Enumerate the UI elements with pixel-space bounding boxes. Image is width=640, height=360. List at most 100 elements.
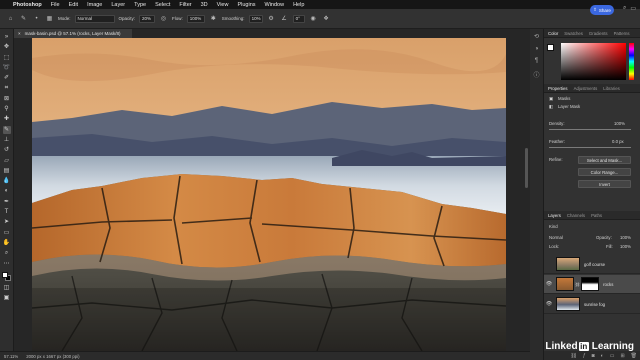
menu-image[interactable]: Image (87, 2, 102, 8)
shape-tool-icon[interactable]: ▭ (3, 229, 11, 237)
trash-icon[interactable]: 🗑 (631, 353, 637, 359)
menu-plugins[interactable]: Plugins (237, 2, 255, 8)
clone-stamp-tool-icon[interactable]: ⊥ (3, 136, 11, 144)
more-tools-icon[interactable]: ⋯ (3, 260, 11, 268)
blend-mode-select[interactable]: Normal (549, 235, 563, 240)
adjust-panel-icon[interactable]: ◑ (535, 46, 539, 52)
angle-field[interactable]: 0° (292, 14, 305, 23)
menu-window[interactable]: Window (265, 2, 285, 8)
foreground-color-swatch[interactable] (1, 271, 8, 278)
document-tab[interactable]: × mask-basin.psd @ 57.1% (rocks, Layer M… (14, 29, 132, 38)
eye-icon[interactable]: 👁 (544, 281, 554, 287)
tab-layers[interactable]: Layers (548, 213, 561, 218)
quick-select-tool-icon[interactable]: ✐ (3, 74, 11, 82)
tab-properties[interactable]: Properties (548, 86, 568, 91)
tab-color[interactable]: Color (548, 31, 558, 36)
feather-slider[interactable] (549, 147, 631, 148)
airbrush-icon[interactable]: ✱ (209, 14, 218, 23)
smoothing-settings-icon[interactable]: ⚙ (267, 14, 276, 23)
menu-view[interactable]: View (217, 2, 229, 8)
healing-tool-icon[interactable]: ✚ (3, 115, 11, 123)
layer-opacity-value[interactable]: 100% (620, 235, 631, 240)
brush-tool-icon[interactable]: ✎ (19, 14, 28, 23)
menu-3d[interactable]: 3D (201, 2, 208, 8)
menu-type[interactable]: Type (134, 2, 146, 8)
color-swatches[interactable] (1, 271, 12, 282)
flow-field[interactable]: 100% (186, 14, 205, 23)
color-panel-foreground-swatch[interactable] (547, 44, 554, 51)
info-panel-icon[interactable]: ⓘ (533, 70, 539, 79)
layer-mask-thumbnail[interactable] (581, 277, 600, 291)
add-mask-icon[interactable]: ◙ (592, 353, 595, 359)
paragraph-panel-icon[interactable]: ¶ (535, 58, 538, 64)
tab-paths[interactable]: Paths (591, 213, 602, 218)
marquee-tool-icon[interactable]: ⬚ (3, 54, 11, 62)
opacity-field[interactable]: 20% (139, 14, 156, 23)
close-icon[interactable]: × (18, 31, 21, 36)
history-panel-icon[interactable]: ⟲ (534, 33, 539, 40)
screen-mode-icon[interactable]: ▣ (3, 294, 11, 302)
path-select-tool-icon[interactable]: ➤ (3, 218, 11, 226)
collapse-tools-icon[interactable]: » (3, 33, 11, 41)
blur-tool-icon[interactable]: 💧 (3, 177, 11, 185)
density-value[interactable]: 100% (614, 121, 625, 126)
frame-tool-icon[interactable]: ⊠ (3, 95, 11, 103)
menu-help[interactable]: Help (293, 2, 304, 8)
symmetry-icon[interactable]: ❖ (322, 14, 331, 23)
pressure-size-icon[interactable]: ◉ (309, 14, 318, 23)
brush-tool-active-icon[interactable]: ✎ (2, 125, 11, 134)
pressure-opacity-icon[interactable]: ◎ (159, 14, 168, 23)
tab-gradients[interactable]: Gradients (589, 31, 608, 36)
vertical-scrollbar[interactable] (525, 148, 528, 188)
eyedropper-tool-icon[interactable]: ⚲ (3, 105, 11, 113)
smoothing-field[interactable]: 10% (248, 14, 263, 23)
home-icon[interactable]: ⌂ (6, 14, 15, 23)
menu-edit[interactable]: Edit (69, 2, 78, 8)
link-layers-icon[interactable]: ⛓ (571, 353, 577, 359)
fill-value[interactable]: 100% (620, 244, 631, 249)
layer-filter-kind[interactable]: Kind (549, 224, 558, 229)
invert-button[interactable]: Invert (578, 180, 631, 188)
layer-row-sunrise-fog[interactable]: 👁 sunrise fog (544, 295, 640, 314)
mode-select[interactable]: Normal (74, 14, 115, 23)
tab-libraries[interactable]: Libraries (603, 86, 619, 91)
color-picker-field[interactable] (561, 43, 626, 80)
share-button[interactable]: ⇪ Share (590, 5, 614, 15)
hue-slider[interactable] (629, 43, 634, 80)
search-icon[interactable]: ⌕ (623, 5, 626, 12)
zoom-level[interactable]: 57.11% (4, 354, 18, 359)
quick-mask-icon[interactable]: ◫ (3, 284, 11, 292)
image-canvas[interactable] (32, 38, 506, 351)
brush-settings-icon[interactable]: ▦ (45, 14, 54, 23)
fx-icon[interactable]: ƒ (583, 353, 586, 359)
select-and-mask-button[interactable]: Select and Mask... (578, 156, 631, 164)
dodge-tool-icon[interactable]: ◐ (3, 187, 11, 195)
menu-filter[interactable]: Filter (179, 2, 191, 8)
new-layer-icon[interactable]: ⊞ (620, 353, 624, 359)
crop-tool-icon[interactable]: ⌗ (3, 84, 11, 92)
zoom-tool-icon[interactable]: ⌕ (3, 249, 11, 257)
menu-file[interactable]: File (51, 2, 60, 8)
hand-tool-icon[interactable]: ✋ (3, 239, 11, 247)
angle-icon[interactable]: ∠ (280, 14, 289, 23)
color-range-button[interactable]: Color Range... (578, 168, 631, 176)
brush-preset-icon[interactable]: • (32, 14, 41, 23)
type-tool-icon[interactable]: T (3, 208, 11, 216)
eraser-tool-icon[interactable]: ▱ (3, 157, 11, 165)
density-slider[interactable] (549, 129, 631, 130)
lasso-tool-icon[interactable]: ➰ (3, 64, 11, 72)
history-brush-tool-icon[interactable]: ↺ (3, 146, 11, 154)
mask-link-icon[interactable]: ⛓ (575, 282, 580, 287)
pen-tool-icon[interactable]: ✒ (3, 198, 11, 206)
layer-mask-icon[interactable]: ◧ (549, 104, 553, 110)
tab-patterns[interactable]: Patterns (614, 31, 630, 36)
tab-swatches[interactable]: Swatches (564, 31, 583, 36)
layer-row-rocks[interactable]: 👁 ⛓ rocks (544, 275, 640, 294)
feather-value[interactable]: 0.0 px (612, 139, 624, 144)
move-tool-icon[interactable]: ✥ (3, 43, 11, 51)
gradient-tool-icon[interactable]: ▤ (3, 167, 11, 175)
menu-select[interactable]: Select (155, 2, 170, 8)
tab-adjustments[interactable]: Adjustments (574, 86, 598, 91)
group-icon[interactable]: ▭ (610, 353, 615, 359)
menu-photoshop[interactable]: Photoshop (13, 2, 42, 8)
